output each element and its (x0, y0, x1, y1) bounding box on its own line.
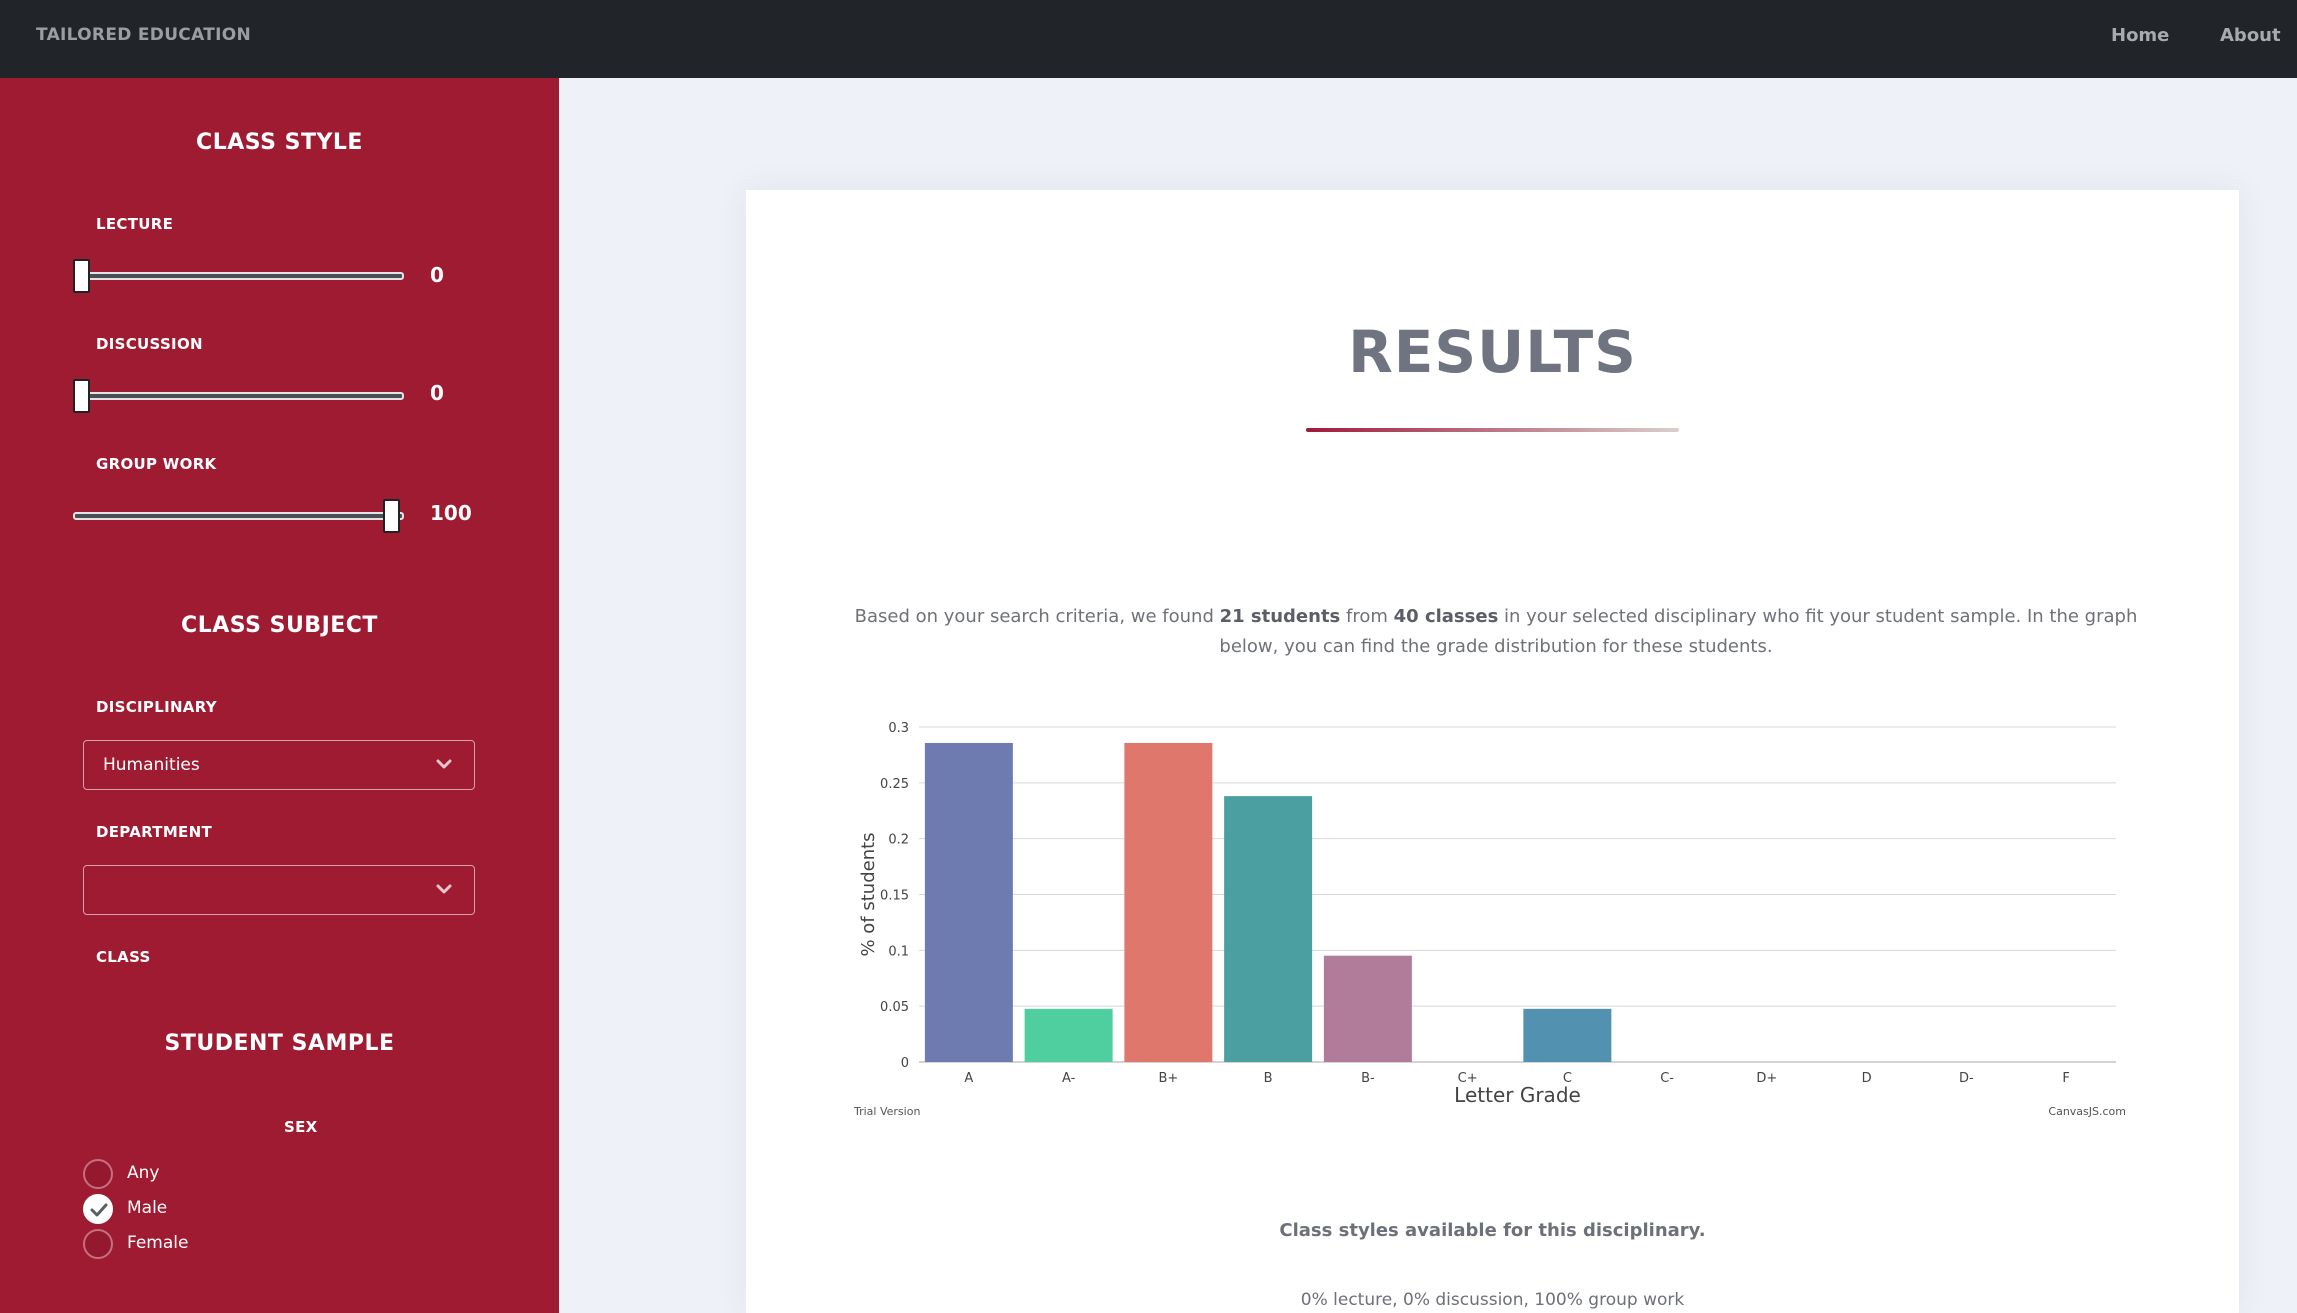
x-tick-label: D- (1959, 1071, 1974, 1086)
disciplinary-select[interactable]: Humanities (83, 740, 475, 790)
x-tick-label: B (1264, 1071, 1273, 1086)
x-axis-title: Letter Grade (1454, 1083, 1581, 1107)
class-styles-heading: Class styles available for this discipli… (1279, 1220, 1706, 1241)
chart-watermark-right: CanvasJS.com (2048, 1105, 2126, 1118)
filter-sidebar: CLASS STYLE LECTURE 0 DISCUSSION 0 GROUP… (0, 78, 559, 1313)
department-select[interactable] (83, 865, 475, 915)
radio-label: Any (127, 1163, 160, 1183)
chevron-down-icon (436, 759, 452, 769)
results-summary: Based on your search criteria, we found … (846, 602, 2146, 662)
check-icon (90, 1203, 108, 1217)
nav-about-link[interactable]: About (2220, 25, 2281, 46)
chart-bar (1323, 955, 1412, 1062)
lecture-value: 0 (430, 263, 444, 287)
radio-button[interactable] (83, 1194, 113, 1224)
class-count: 40 classes (1393, 606, 1499, 627)
brand-logo[interactable]: TAILORED EDUCATION (36, 25, 251, 45)
y-tick-label: 0.1 (888, 944, 909, 959)
group-work-slider-handle[interactable] (383, 499, 400, 533)
y-tick-label: 0 (901, 1056, 909, 1071)
group-work-label: GROUP WORK (96, 455, 217, 473)
x-tick-label: C- (1660, 1071, 1674, 1086)
x-tick-label: A (964, 1071, 973, 1086)
chevron-down-icon (436, 884, 452, 894)
chart-bar (1124, 742, 1213, 1062)
y-tick-label: 0.2 (888, 833, 909, 848)
x-tick-label: B+ (1158, 1071, 1178, 1086)
disciplinary-label: DISCIPLINARY (96, 698, 217, 716)
summary-text: Based on your search criteria, we found (854, 606, 1220, 627)
radio-button[interactable] (83, 1229, 113, 1259)
top-navbar: TAILORED EDUCATION Home About (0, 0, 2297, 78)
title-divider (1306, 428, 1679, 432)
chart-bar (1523, 1008, 1612, 1062)
chart-bar (1024, 1008, 1113, 1062)
y-axis-title: % of students (858, 832, 879, 956)
lecture-slider[interactable] (73, 259, 404, 293)
lecture-label: LECTURE (96, 215, 174, 233)
chart-bar (924, 742, 1013, 1062)
class-subject-title: CLASS SUBJECT (181, 613, 378, 638)
discussion-value: 0 (430, 381, 444, 405)
group-work-value: 100 (430, 501, 472, 525)
summary-text: from (1340, 606, 1394, 627)
y-tick-label: 0.3 (888, 721, 909, 736)
x-tick-label: F (2062, 1071, 2069, 1086)
x-tick-label: B- (1361, 1071, 1375, 1086)
class-styles-text: 0% lecture, 0% discussion, 100% group wo… (1300, 1290, 1685, 1310)
discussion-slider-handle[interactable] (73, 379, 90, 413)
nav-home-link[interactable]: Home (2111, 25, 2169, 46)
x-tick-label: A- (1062, 1071, 1076, 1086)
radio-label: Male (127, 1198, 168, 1218)
group-work-slider[interactable] (73, 499, 404, 533)
chart-bar (1224, 796, 1313, 1062)
y-tick-label: 0.15 (880, 889, 909, 904)
discussion-slider[interactable] (73, 379, 404, 413)
results-card: RESULTS Based on your search criteria, w… (746, 190, 2239, 1313)
class-style-title: CLASS STYLE (196, 130, 363, 155)
y-tick-label: 0.05 (880, 1000, 909, 1015)
student-count: 21 students (1219, 606, 1341, 627)
radio-label: Female (127, 1233, 189, 1253)
class-label: CLASS (96, 948, 151, 966)
lecture-slider-handle[interactable] (73, 259, 90, 293)
discussion-label: DISCUSSION (96, 335, 203, 353)
x-tick-label: D+ (1756, 1071, 1777, 1086)
sex-label: SEX (284, 1118, 318, 1136)
student-sample-title: STUDENT SAMPLE (164, 1031, 395, 1056)
radio-button[interactable] (83, 1159, 113, 1189)
chart-watermark-left: Trial Version (854, 1105, 920, 1118)
y-tick-label: 0.25 (880, 777, 909, 792)
disciplinary-selected-value: Humanities (103, 755, 200, 775)
x-tick-label: D (1862, 1071, 1872, 1086)
grade-distribution-chart: 00.050.10.150.20.250.3A A- B+ B B- C+ C C- D+ D D-… (854, 721, 2126, 1118)
page-title: RESULTS (1348, 318, 1637, 386)
department-label: DEPARTMENT (96, 823, 212, 841)
